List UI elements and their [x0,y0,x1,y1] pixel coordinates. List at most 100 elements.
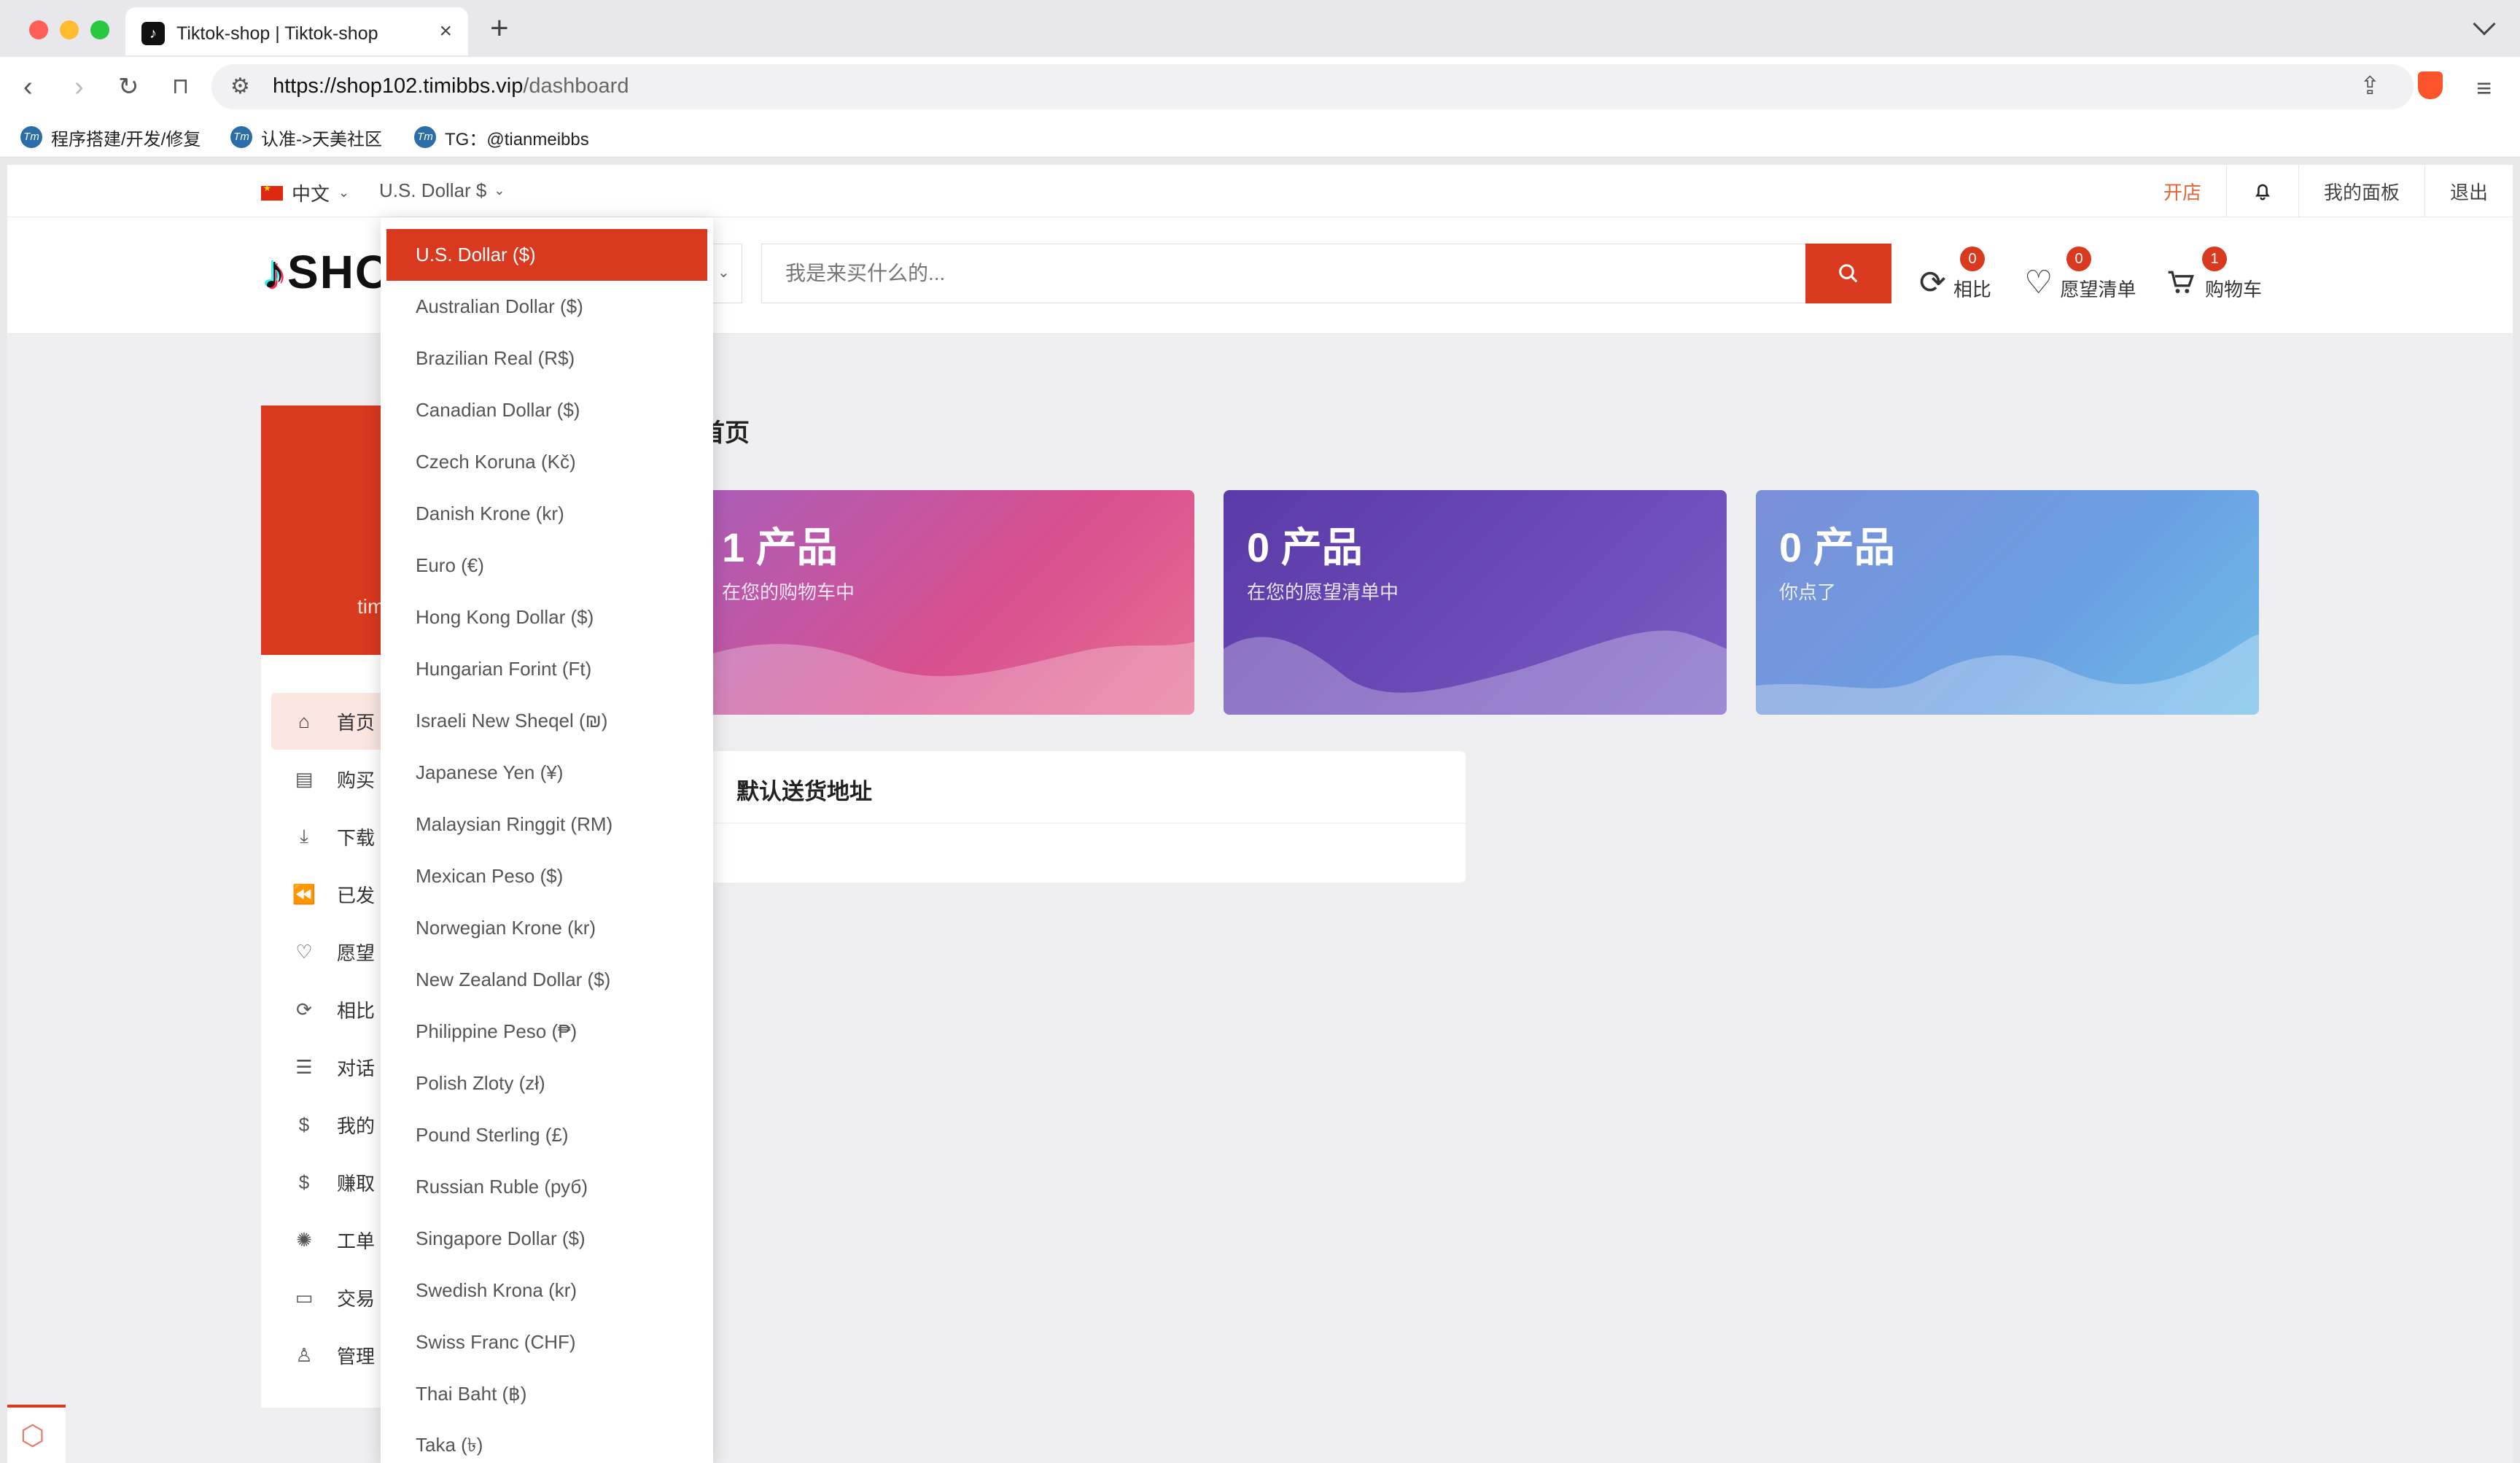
currency-option[interactable]: Thai Baht (฿) [386,1368,707,1420]
cart-icon [2168,271,2195,293]
bookmark-item[interactable]: Tm 认准->天美社区 [230,124,382,150]
currency-option[interactable]: Mexican Peso ($) [386,850,707,902]
bookmarks-bar: Tm 程序搭建/开发/修复 Tm 认准->天美社区 Tm TG：@tianmei… [0,117,2520,158]
chevron-down-icon: ⌄ [718,265,730,281]
currency-option[interactable]: Singapore Dollar ($) [386,1213,707,1265]
browser-toolbar: ‹ › ↻ ⊓ ⚙ https://shop102.timibbs.vip/da… [0,57,2520,117]
default-address-card: 默认送货地址 [699,751,1466,882]
notifications-button[interactable] [2225,165,2298,217]
search-button[interactable] [1805,244,1891,303]
currency-option[interactable]: Israeli New Sheqel (₪) [386,695,707,747]
wave-decoration [1756,635,2259,715]
address-bar[interactable]: ⚙ https://shop102.timibbs.vip/dashboard [211,64,2414,109]
back-icon[interactable]: ‹ [23,73,33,101]
laravel-icon: ⬡ [20,1421,45,1451]
wave-decoration [640,642,1194,715]
currency-option[interactable]: U.S. Dollar ($) [386,229,707,281]
currency-option[interactable]: Brazilian Real (R$) [386,333,707,384]
currency-option[interactable]: Hungarian Forint (Ft) [386,643,707,695]
wishlist-link[interactable]: ♡ 0 愿望清单 [2024,247,2136,302]
default-address-title: 默认送货地址 [736,779,872,804]
my-dashboard-link[interactable]: 我的面板 [2298,165,2424,217]
tab-title: Tiktok-shop | Tiktok-shop [176,23,378,44]
heart-icon: ♡ [295,940,313,963]
currency-option[interactable]: Canadian Dollar ($) [386,384,707,436]
currency-option[interactable]: New Zealand Dollar ($) [386,954,707,1006]
dollar-icon: $ [298,1171,310,1193]
close-window-button[interactable] [29,20,48,39]
open-store-link[interactable]: 开店 [2139,165,2226,217]
laravel-debug-button[interactable]: ⬡ [7,1405,66,1463]
heart-icon: ♡ [2024,265,2053,300]
site-settings-icon[interactable]: ⚙ [230,74,250,99]
currency-option[interactable]: Japanese Yen (¥) [386,747,707,799]
cart-link[interactable]: 1 购物车 [2166,247,2262,302]
currency-option[interactable]: Swiss Franc (CHF) [386,1316,707,1368]
bookmark-icon[interactable]: ⊓ [172,73,189,101]
currency-option[interactable]: Russian Ruble (руб) [386,1161,707,1213]
tab-close-icon[interactable]: × [439,19,452,44]
tiktok-icon: ♪ [141,22,165,45]
search-input[interactable] [761,244,1807,303]
menu-icon[interactable]: ≡ [2476,73,2492,104]
china-flag-icon [261,183,283,201]
currency-option[interactable]: Danish Krone (kr) [386,488,707,540]
download-icon: ⤓ [300,825,308,847]
currency-selector[interactable]: U.S. Dollar $ ⌄ [379,179,505,202]
bell-icon [2255,184,2270,201]
currency-option[interactable]: Malaysian Ringgit (RM) [386,799,707,850]
currency-dropdown-menu: U.S. Dollar ($) Australian Dollar ($) Braz… [381,217,713,1463]
wave-decoration [1224,630,1727,715]
site-logo[interactable]: ♪SHO [262,245,393,299]
chevron-down-icon[interactable] [2473,12,2496,36]
currency-option[interactable]: Philippine Peso (₱) [386,1006,707,1058]
document-icon: ▤ [295,767,314,790]
currency-option[interactable]: Czech Koruna (Kč) [386,436,707,488]
currency-option[interactable]: Swedish Krona (kr) [386,1265,707,1316]
orders-stat-card: 0 产品 你点了 [1756,490,2259,715]
currency-option[interactable]: Australian Dollar ($) [386,281,707,333]
rewind-icon: ⏪ [292,882,316,905]
chevron-down-icon: ⌄ [494,183,505,198]
new-tab-icon[interactable]: + [490,10,509,47]
search-icon [1839,264,1858,283]
wishlist-count-badge: 0 [2066,247,2091,271]
share-icon[interactable]: ⇪ [2360,71,2381,101]
chevron-down-icon: ⌄ [338,185,350,200]
user-icon: ♙ [295,1343,313,1366]
currency-option[interactable]: Pound Sterling (£) [386,1109,707,1161]
maximize-window-button[interactable] [90,20,109,39]
reload-icon[interactable]: ↻ [118,73,139,101]
compare-link[interactable]: ⟳ 0 相比 [1919,247,1991,302]
compare-count-badge: 0 [1960,247,1985,271]
support-icon: ✺ [296,1228,312,1251]
bookmark-item[interactable]: Tm TG：@tianmeibbs [414,124,589,150]
dollar-icon: $ [298,1113,310,1136]
logout-link[interactable]: 退出 [2424,165,2513,217]
currency-option[interactable]: Polish Zloty (zł) [386,1058,707,1109]
address-url: https://shop102.timibbs.vip/dashboard [273,74,629,98]
compare-icon: ⟳ [1919,265,1946,300]
cart-stat-card: 1 产品 在您的购物车中 [640,490,1194,715]
brave-shield-icon[interactable] [2418,71,2443,99]
browser-tab[interactable]: ♪ Tiktok-shop | Tiktok-shop × [125,7,468,55]
tm-icon: Tm [20,126,42,148]
bookmark-item[interactable]: Tm 程序搭建/开发/修复 [20,124,201,150]
currency-option[interactable]: Hong Kong Dollar ($) [386,591,707,643]
home-icon: ⌂ [298,710,310,732]
language-selector[interactable]: 中文 ⌄ [261,179,349,206]
tm-icon: Tm [230,126,252,148]
web-page: 中文 ⌄ U.S. Dollar $ ⌄ 开店 我的面板 退出 ♪SHO ⌄ ⟳… [7,165,2513,1463]
cart-count-badge: 1 [2202,247,2227,271]
currency-option[interactable]: Taka (৳) [386,1420,707,1463]
forward-icon[interactable]: › [74,73,84,101]
tiktok-logo-icon: ♪ [262,246,287,298]
wallet-icon: ▭ [295,1286,314,1308]
tm-icon: Tm [414,126,436,148]
currency-option[interactable]: Norwegian Krone (kr) [386,902,707,954]
currency-option[interactable]: Euro (€) [386,540,707,591]
compare-icon: ⟳ [296,998,312,1020]
minimize-window-button[interactable] [60,20,79,39]
message-icon: ☰ [295,1055,313,1078]
browser-tabbar: ♪ Tiktok-shop | Tiktok-shop × + [0,0,2520,57]
